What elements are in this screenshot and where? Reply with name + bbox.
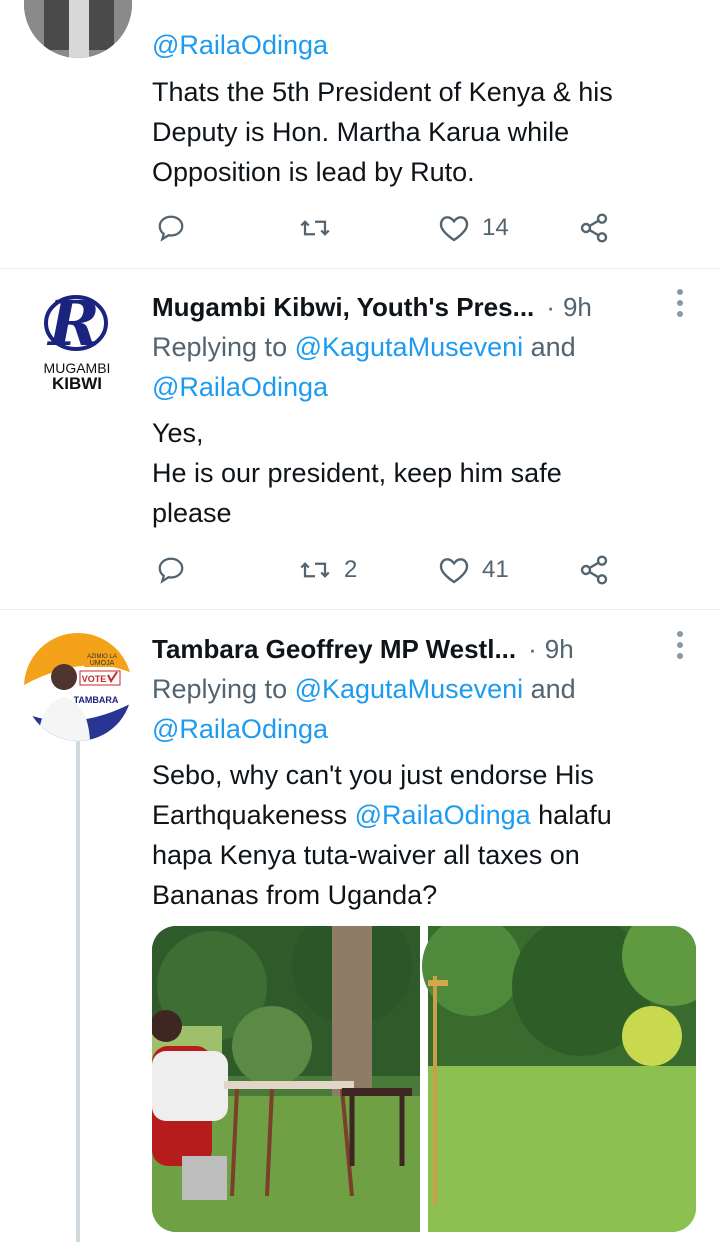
replying-and: and	[523, 332, 576, 362]
more-icon[interactable]	[676, 631, 684, 661]
replying-label: Replying to	[152, 674, 295, 704]
share-button[interactable]	[578, 208, 610, 248]
replying-label: Replying to	[152, 332, 295, 362]
tweet-header: Tambara Geoffrey MP Westl... · 9h	[152, 627, 720, 671]
more-icon[interactable]	[676, 289, 684, 319]
retweet-icon	[300, 562, 330, 578]
tweet-text-line: Deputy is Hon. Martha Karua while	[152, 117, 570, 147]
retweet-icon	[300, 220, 330, 236]
tweet-text-line: hapa Kenya tuta-waiver all taxes on	[152, 840, 580, 870]
separator-dot: ·	[546, 291, 555, 322]
tweet-text: halafu	[530, 800, 612, 830]
timestamp[interactable]: 9h	[545, 634, 574, 665]
badge-text: VOTE	[82, 674, 107, 684]
tweet-1[interactable]: @RailaOdinga Thats the 5th President of …	[0, 0, 720, 268]
separator-dot: ·	[528, 633, 537, 664]
retweet-button[interactable]: 2	[298, 550, 357, 590]
replying-and: and	[523, 674, 576, 704]
author-name[interactable]: Mugambi Kibwi, Youth's Pres...	[152, 292, 534, 323]
reply-icon	[158, 557, 184, 584]
retweet-count: 2	[344, 556, 358, 583]
retweet-button[interactable]	[298, 208, 332, 248]
logo-letter: R	[46, 287, 100, 360]
like-button[interactable]: 14	[438, 208, 509, 248]
tweet-text-line: Thats the 5th President of Kenya & his	[152, 77, 613, 107]
tweet-media[interactable]	[152, 926, 696, 1232]
badge-text: UMOJA	[90, 660, 115, 667]
share-icon	[580, 555, 608, 585]
like-button[interactable]: 41	[438, 550, 509, 590]
badge-text: TAMBARA	[74, 695, 119, 705]
tweet-text-line: Opposition is lead by Ruto.	[152, 157, 475, 187]
tweet-text-line: Earthquakeness @RailaOdinga halafu	[152, 795, 612, 835]
reply-mention[interactable]: @RailaOdinga	[152, 709, 328, 749]
replying-to: Replying to @KagutaMuseveni and	[152, 669, 576, 709]
reply-mention[interactable]: @RailaOdinga	[152, 367, 328, 407]
action-bar: 14	[152, 208, 632, 248]
share-button[interactable]	[578, 550, 610, 590]
reply-mention[interactable]: @KagutaMuseveni	[295, 674, 524, 704]
avatar[interactable]: R MUGAMBI KIBWI	[24, 285, 132, 393]
photo-left[interactable]	[152, 926, 420, 1232]
like-count: 41	[482, 556, 509, 583]
tweet-mention[interactable]: @RailaOdinga	[355, 800, 531, 830]
timestamp[interactable]: 9h	[563, 292, 592, 323]
like-icon	[439, 558, 469, 584]
tweet-text-line: Sebo, why can't you just endorse His	[152, 760, 594, 790]
tweet-text-line: Yes,	[152, 418, 204, 448]
like-icon	[439, 216, 469, 242]
avatar[interactable]	[24, 0, 132, 58]
reply-button[interactable]	[156, 208, 186, 248]
replying-to: Replying to @KagutaMuseveni and	[152, 327, 576, 367]
tweet-text-line: He is our president, keep him safe	[152, 458, 562, 488]
tweet-header: Mugambi Kibwi, Youth's Pres... · 9h	[152, 285, 720, 329]
divider	[0, 609, 720, 610]
avatar[interactable]: AZIMIO LA UMOJA VOTE TAMBARA	[24, 633, 132, 741]
tweet-text: Earthquakeness	[152, 800, 355, 830]
reply-mention[interactable]: @KagutaMuseveni	[295, 332, 524, 362]
photo-right[interactable]	[422, 926, 696, 1232]
like-count: 14	[482, 214, 509, 241]
divider	[0, 268, 720, 269]
tweet-text-line: Bananas from Uganda?	[152, 880, 438, 910]
reply-icon	[158, 215, 184, 242]
logo-text: KIBWI	[52, 374, 102, 393]
action-bar: 2 41	[152, 550, 632, 590]
tweet-2[interactable]: R MUGAMBI KIBWI Mugambi Kibwi, Youth's P…	[0, 285, 720, 609]
author-name[interactable]: Tambara Geoffrey MP Westl...	[152, 634, 516, 665]
tweet-text-line: please	[152, 498, 232, 528]
reply-button[interactable]	[156, 550, 186, 590]
share-icon	[580, 213, 608, 243]
reply-mention[interactable]: @RailaOdinga	[152, 25, 328, 65]
